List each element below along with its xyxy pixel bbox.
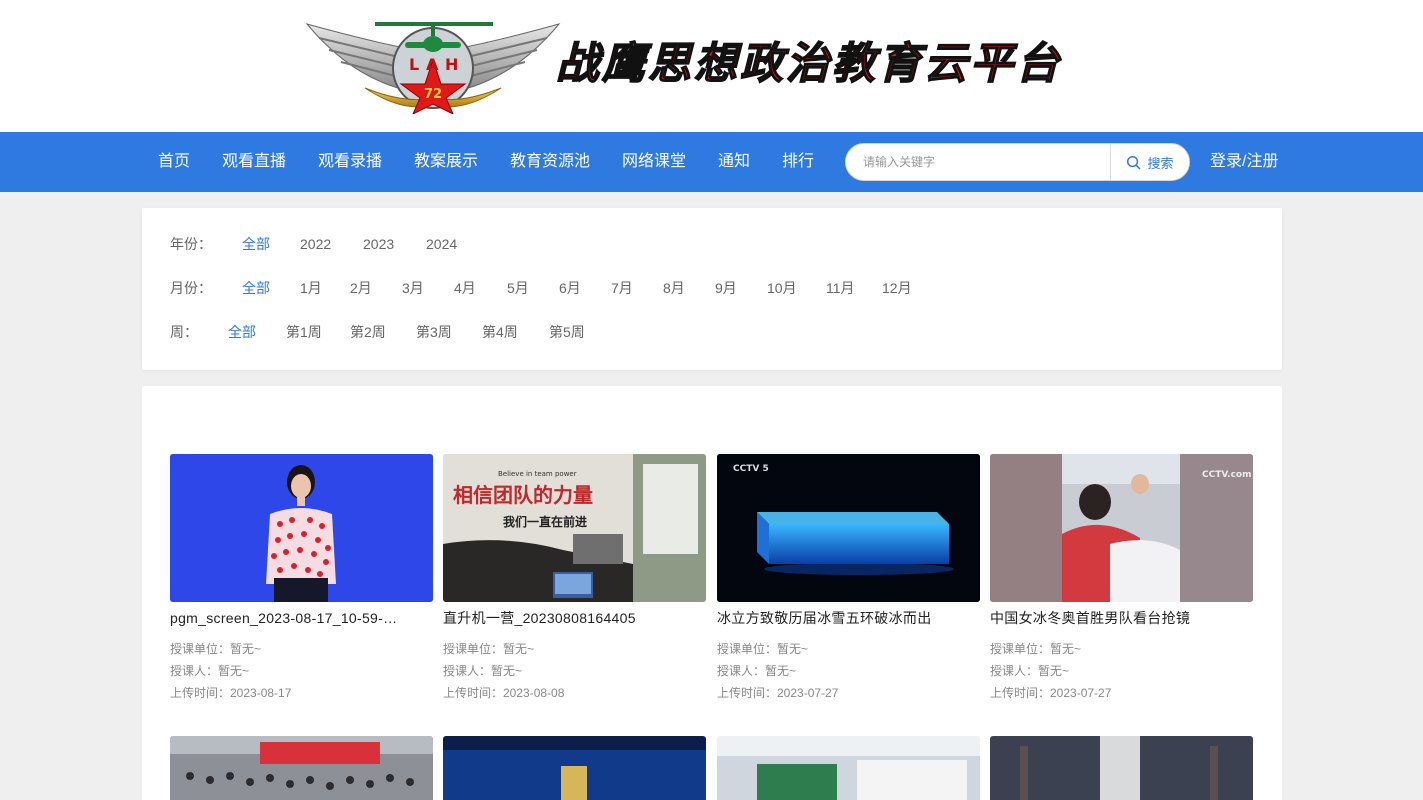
video-title[interactable]: 直升机一营_20230808164405 bbox=[443, 610, 706, 626]
month-option-11[interactable]: 11月 bbox=[826, 276, 855, 300]
year-filter-row: 年份： 全部 2022 2023 2024 bbox=[142, 232, 1282, 256]
week-option-1[interactable]: 第1周 bbox=[286, 320, 322, 344]
week-filter-row: 周： 全部 第1周 第2周 第3周 第4周 第5周 bbox=[142, 320, 1282, 344]
month-option-2[interactable]: 2月 bbox=[350, 276, 372, 300]
stadium-image bbox=[443, 736, 706, 800]
video-teacher: 授课人：暂无~ bbox=[990, 664, 1070, 678]
main-nav: 首页 观看直播 观看录播 教案展示 教育资源池 网络课堂 通知 排行 搜索 登录… bbox=[0, 132, 1423, 192]
month-option-12[interactable]: 12月 bbox=[882, 276, 912, 300]
video-upload-time: 上传时间：2023-07-27 bbox=[990, 686, 1112, 700]
video-upload-time: 上传时间：2023-07-27 bbox=[717, 686, 839, 700]
search-icon bbox=[1127, 155, 1141, 169]
video-teacher: 授课人：暂无~ bbox=[443, 664, 523, 678]
channel-logo: CCTV.com bbox=[1202, 470, 1252, 480]
video-teacher: 授课人：暂无~ bbox=[170, 664, 250, 678]
channel-logo: CCTV 5 bbox=[733, 464, 769, 474]
month-option-3[interactable]: 3月 bbox=[402, 276, 424, 300]
search-box: 搜索 bbox=[845, 143, 1190, 181]
month-option-8[interactable]: 8月 bbox=[663, 276, 685, 300]
video-unit: 授课单位：暂无~ bbox=[443, 642, 535, 656]
week-option-2[interactable]: 第2周 bbox=[350, 320, 386, 344]
video-unit: 授课单位：暂无~ bbox=[990, 642, 1082, 656]
nav-item-online-class[interactable]: 网络课堂 bbox=[622, 132, 686, 192]
svg-text:H: H bbox=[445, 55, 458, 74]
week-option-4[interactable]: 第4周 bbox=[482, 320, 518, 344]
video-thumbnail[interactable] bbox=[443, 736, 706, 800]
site-header: L A H 72 战鹰思想政治教育云平台 bbox=[0, 0, 1423, 132]
nav-item-live[interactable]: 观看直播 bbox=[222, 132, 286, 192]
week-option-5[interactable]: 第5周 bbox=[549, 320, 585, 344]
month-option-7[interactable]: 7月 bbox=[611, 276, 633, 300]
video-teacher: 授课人：暂无~ bbox=[717, 664, 797, 678]
year-option-all[interactable]: 全部 bbox=[242, 232, 270, 256]
video-card[interactable]: pgm_screen_2023-08-17_10-59-… 授课单位：暂无~ 授… bbox=[170, 454, 433, 704]
year-filter-label: 年份： bbox=[170, 236, 212, 252]
video-unit: 授课单位：暂无~ bbox=[170, 642, 262, 656]
video-title[interactable]: 中国女冰冬奥首胜男队看台抢镜 bbox=[990, 610, 1253, 626]
ice-cube-image bbox=[717, 454, 980, 602]
month-option-5[interactable]: 5月 bbox=[507, 276, 529, 300]
video-card[interactable]: CCTV 5 冰立方致敬历届冰雪五环破冰而出 授课单位：暂无~ 授课人：暂无~ … bbox=[717, 454, 980, 704]
video-thumbnail[interactable] bbox=[717, 736, 980, 800]
svg-text:A: A bbox=[426, 55, 439, 74]
video-thumbnail[interactable] bbox=[170, 736, 433, 800]
poster-small-text: Believe in team power bbox=[498, 470, 577, 478]
venue-image bbox=[717, 736, 980, 800]
month-filter-label: 月份： bbox=[170, 280, 212, 296]
year-option-2022[interactable]: 2022 bbox=[300, 232, 331, 256]
week-option-3[interactable]: 第3周 bbox=[416, 320, 452, 344]
video-unit: 授课单位：暂无~ bbox=[717, 642, 809, 656]
month-option-10[interactable]: 10月 bbox=[767, 276, 797, 300]
nav-item-resources[interactable]: 教育资源池 bbox=[510, 132, 590, 192]
search-button-label: 搜索 bbox=[1147, 155, 1174, 171]
week-option-all[interactable]: 全部 bbox=[228, 320, 256, 344]
month-option-1[interactable]: 1月 bbox=[300, 276, 322, 300]
video-thumbnail[interactable]: CCTV.com bbox=[990, 454, 1253, 602]
video-card[interactable]: CCTV.com 中国女冰冬奥首胜男队看台抢镜 授课单位：暂无~ 授课人：暂无~… bbox=[990, 454, 1253, 704]
presenter-image bbox=[170, 454, 433, 602]
login-register-link[interactable]: 登录/注册 bbox=[1210, 132, 1278, 192]
search-button[interactable]: 搜索 bbox=[1111, 144, 1189, 180]
video-card[interactable] bbox=[990, 736, 1253, 800]
video-thumbnail[interactable] bbox=[990, 736, 1253, 800]
nav-item-ranking[interactable]: 排行 bbox=[782, 132, 814, 192]
video-card[interactable] bbox=[170, 736, 433, 800]
site-title: 战鹰思想政治教育云平台 bbox=[555, 38, 1062, 90]
video-title[interactable]: 冰立方致敬历届冰雪五环破冰而出 bbox=[717, 610, 980, 626]
year-option-2024[interactable]: 2024 bbox=[426, 232, 457, 256]
poster-text-2: 我们一直在前进 bbox=[503, 514, 587, 529]
video-card[interactable] bbox=[443, 736, 706, 800]
video-upload-time: 上传时间：2023-08-08 bbox=[443, 686, 565, 700]
video-title[interactable]: pgm_screen_2023-08-17_10-59-… bbox=[170, 610, 433, 626]
month-option-4[interactable]: 4月 bbox=[454, 276, 476, 300]
video-card[interactable] bbox=[717, 736, 980, 800]
month-option-9[interactable]: 9月 bbox=[715, 276, 737, 300]
poster-text: 相信团队的力量 bbox=[453, 483, 593, 507]
video-card[interactable]: Believe in team power 相信团队的力量 我们一直在前进 直升… bbox=[443, 454, 706, 704]
filter-panel: 年份： 全部 2022 2023 2024 月份： 全部 1月 2月 3月 4月… bbox=[142, 208, 1282, 370]
office-image: Believe in team power 相信团队的力量 我们一直在前进 bbox=[443, 454, 706, 602]
rocket-launch-image bbox=[990, 736, 1253, 800]
nav-item-lesson-plans[interactable]: 教案展示 bbox=[414, 132, 478, 192]
svg-text:L: L bbox=[409, 55, 419, 74]
video-thumbnail[interactable] bbox=[170, 454, 433, 602]
nav-item-notices[interactable]: 通知 bbox=[718, 132, 750, 192]
nav-item-recorded[interactable]: 观看录播 bbox=[318, 132, 382, 192]
search-input[interactable] bbox=[846, 144, 1110, 180]
logo-emblem[interactable]: L A H 72 bbox=[305, 18, 561, 114]
video-list-panel: pgm_screen_2023-08-17_10-59-… 授课单位：暂无~ 授… bbox=[142, 386, 1282, 800]
svg-text:72: 72 bbox=[424, 87, 442, 102]
crowd-hall-image bbox=[170, 736, 433, 800]
video-thumbnail[interactable]: Believe in team power 相信团队的力量 我们一直在前进 bbox=[443, 454, 706, 602]
year-option-2023[interactable]: 2023 bbox=[363, 232, 394, 256]
video-upload-time: 上传时间：2023-08-17 bbox=[170, 686, 292, 700]
nav-item-home[interactable]: 首页 bbox=[158, 132, 190, 192]
video-thumbnail[interactable]: CCTV 5 bbox=[717, 454, 980, 602]
week-filter-label: 周： bbox=[170, 324, 198, 340]
month-option-6[interactable]: 6月 bbox=[559, 276, 581, 300]
month-filter-row: 月份： 全部 1月 2月 3月 4月 5月 6月 7月 8月 9月 10月 11… bbox=[142, 276, 1282, 300]
month-option-all[interactable]: 全部 bbox=[242, 276, 270, 300]
